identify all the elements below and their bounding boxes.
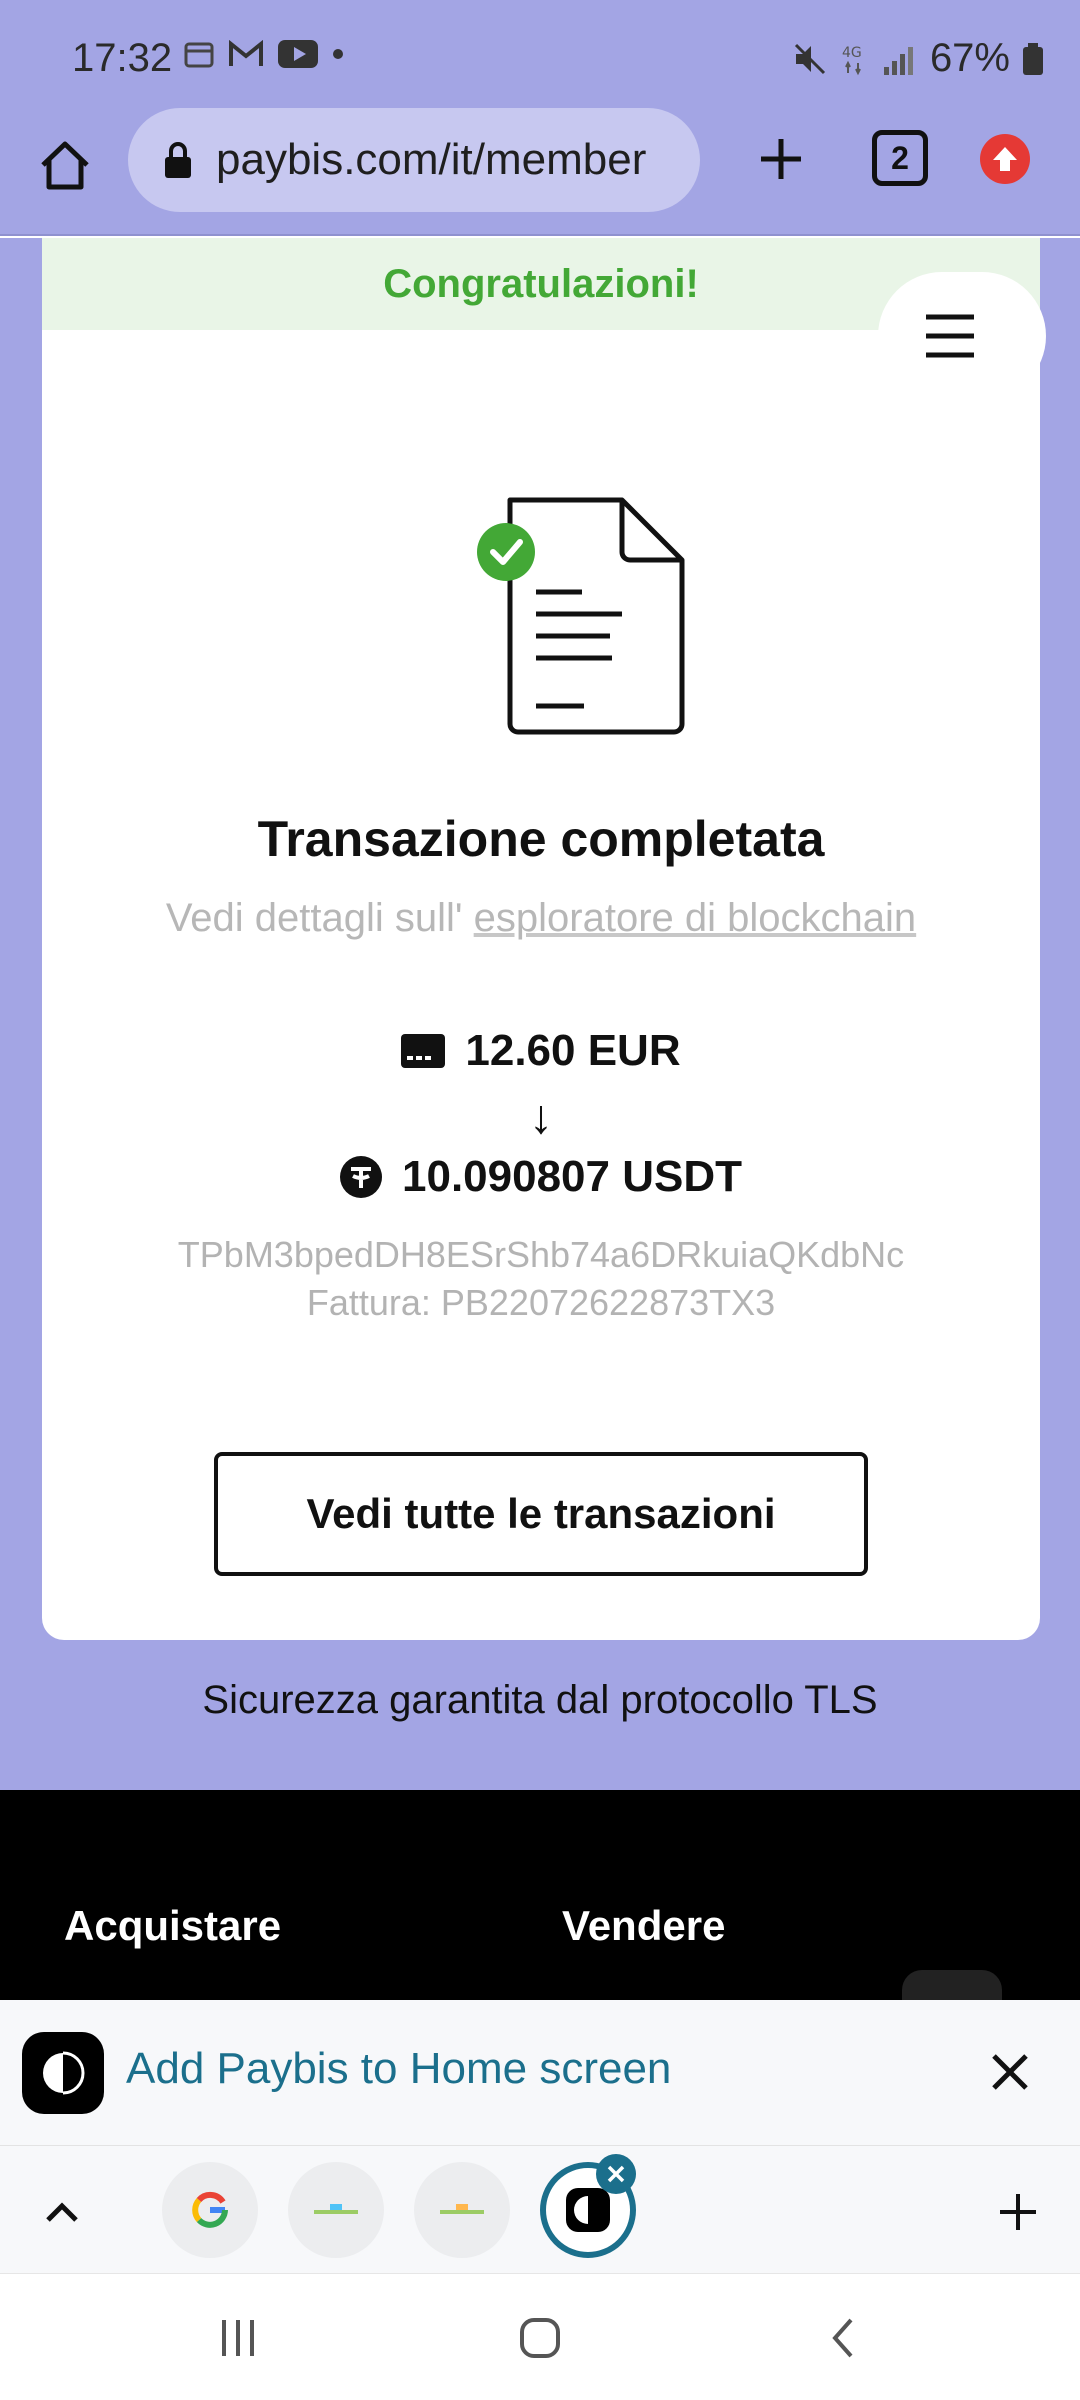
tether-icon xyxy=(340,1156,382,1198)
close-active-tab-button[interactable] xyxy=(596,2154,636,2194)
system-nav-bar xyxy=(0,2274,1080,2400)
add-tab-button[interactable] xyxy=(990,2184,1046,2240)
add-to-home-banner[interactable]: Add Paybis to Home screen xyxy=(0,2000,1080,2146)
battery-icon xyxy=(1023,42,1043,75)
add-to-home-label[interactable]: Add Paybis to Home screen xyxy=(126,2044,671,2094)
arrow-down-icon: ↓ xyxy=(529,1091,553,1144)
close-icon xyxy=(992,2054,1028,2090)
url-text: paybis.com/it/member xyxy=(216,135,647,184)
close-banner-button[interactable] xyxy=(980,2042,1040,2102)
close-icon xyxy=(607,2165,625,2183)
explorer-prefix: Vedi dettagli sull' xyxy=(165,896,463,940)
mute-icon xyxy=(794,43,825,74)
status-time: 17:32 xyxy=(72,36,173,80)
document-check-illustration xyxy=(432,488,692,748)
paybis-logo-icon xyxy=(43,2051,85,2095)
transaction-card: Congratulazioni! Transazione completata … xyxy=(42,238,1040,1640)
google-icon xyxy=(192,2191,228,2228)
document-icon xyxy=(477,497,685,735)
explorer-line: Vedi dettagli sull' esploratore di block… xyxy=(42,896,1040,941)
gmail-icon xyxy=(229,40,263,66)
home-button[interactable] xyxy=(30,130,100,200)
paybis-logo xyxy=(22,2032,104,2114)
lock-icon xyxy=(165,142,191,178)
new-tab-button[interactable] xyxy=(746,124,816,194)
4g-signal-icon: 4G xyxy=(842,45,862,75)
menu-button[interactable] xyxy=(878,272,1046,400)
recents-button[interactable] xyxy=(208,2308,268,2368)
battery-percent: 67% xyxy=(929,36,1010,80)
footer-sell-link[interactable]: Vendere xyxy=(562,1902,725,1950)
tab-site-1[interactable] xyxy=(288,2162,384,2258)
plus-icon xyxy=(761,139,801,179)
back-button[interactable] xyxy=(812,2308,872,2368)
tls-note: Sicurezza garantita dal protocollo TLS xyxy=(202,1678,878,1722)
svg-text:4G: 4G xyxy=(842,45,862,61)
notification-icons xyxy=(184,40,344,68)
receive-amount-row: 10.090807 USDT xyxy=(42,1152,1040,1202)
receive-amount: 10.090807 USDT xyxy=(402,1152,742,1201)
invoice-number: Fattura: PB22072622873TX3 xyxy=(306,1282,776,1323)
congrats-text: Congratulazioni! xyxy=(383,261,699,306)
home-icon xyxy=(41,141,89,190)
update-button[interactable] xyxy=(980,134,1030,184)
back-icon xyxy=(832,2318,853,2358)
chevron-up-icon xyxy=(46,2202,78,2222)
page-content: Congratulazioni! Transazione completata … xyxy=(0,238,1080,1790)
hamburger-icon xyxy=(926,314,974,358)
site-footer: Acquistare Vendere xyxy=(0,1790,1080,2010)
site-favicon-icon xyxy=(314,2204,358,2214)
tab-count: 2 xyxy=(891,139,909,176)
tab-switcher-button[interactable]: 2 xyxy=(872,130,928,186)
plus-icon xyxy=(1000,2194,1036,2230)
tab-site-2[interactable] xyxy=(414,2162,510,2258)
home-circle-icon xyxy=(520,2318,560,2358)
send-amount: 12.60 EUR xyxy=(465,1026,681,1075)
card-icon xyxy=(401,1034,446,1068)
recents-icon xyxy=(222,2320,254,2356)
browser-toolbar: paybis.com/it/member 2 xyxy=(0,100,1080,236)
youtube-icon xyxy=(278,40,318,68)
tab-google[interactable] xyxy=(162,2162,258,2258)
footer-buy-link[interactable]: Acquistare xyxy=(64,1902,281,1950)
collapse-tabs-button[interactable] xyxy=(36,2186,88,2238)
arrow-up-icon xyxy=(993,147,1017,171)
view-all-transactions-button[interactable]: Vedi tutte le transazioni xyxy=(214,1452,868,1576)
calendar-icon xyxy=(184,42,214,68)
address-bar[interactable]: paybis.com/it/member xyxy=(128,108,700,212)
home-nav-button[interactable] xyxy=(510,2308,570,2368)
page-title: Transazione completata xyxy=(257,811,825,867)
wallet-address: TPbM3bpedDH8ESrShb74a6DRkuiaQKdbNc xyxy=(177,1234,905,1275)
site-favicon-icon xyxy=(440,2204,484,2214)
dot-icon xyxy=(333,49,343,59)
paybis-favicon-icon xyxy=(566,2188,610,2232)
blockchain-explorer-link[interactable]: esploratore di blockchain xyxy=(474,896,916,940)
send-amount-row: 12.60 EUR xyxy=(42,1026,1040,1076)
tab-strip xyxy=(0,2146,1080,2274)
system-icons: 4G 67% xyxy=(792,36,1044,81)
signal-icon xyxy=(883,46,913,75)
